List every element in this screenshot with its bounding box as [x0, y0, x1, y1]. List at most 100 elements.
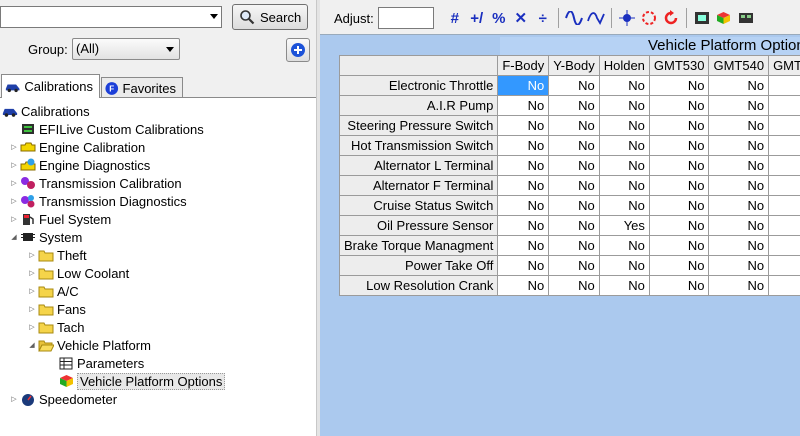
table-cell[interactable]: No — [708, 95, 770, 116]
select-all-icon[interactable] — [638, 7, 660, 29]
options-cube-icon[interactable] — [713, 7, 735, 29]
interpolate-icon[interactable] — [585, 7, 607, 29]
table-cell[interactable] — [768, 275, 800, 296]
table-cell[interactable] — [768, 155, 800, 176]
table-cell[interactable]: No — [548, 215, 600, 236]
table-cell[interactable] — [768, 215, 800, 236]
collapse-arrow-icon[interactable]: ◢ — [28, 341, 36, 349]
add-value-icon[interactable]: +/ — [466, 7, 488, 29]
expand-arrow-icon[interactable]: ▷ — [28, 251, 36, 259]
table-cell[interactable]: No — [708, 235, 770, 256]
tab-favorites[interactable]: F Favorites — [101, 77, 183, 99]
table-cell[interactable]: Yes — [598, 215, 650, 236]
expand-arrow-icon[interactable]: ▷ — [28, 269, 36, 277]
table-cell[interactable]: No — [548, 195, 600, 216]
table-cell[interactable]: No — [548, 235, 600, 256]
table-cell[interactable]: No — [598, 95, 650, 116]
tree-item-tach[interactable]: ▷ Tach — [28, 318, 84, 336]
expand-arrow-icon[interactable]: ▷ — [10, 197, 18, 205]
expand-arrow-icon[interactable]: ▷ — [28, 323, 36, 331]
table-cell[interactable] — [768, 235, 800, 256]
expand-arrow-icon[interactable]: ▷ — [10, 215, 18, 223]
table-cell[interactable]: No — [708, 115, 770, 136]
tree-item-custom-calibrations[interactable]: EFILive Custom Calibrations — [10, 120, 204, 138]
table-cell[interactable]: No — [548, 255, 600, 276]
table-cell[interactable]: No — [648, 275, 710, 296]
table-cell[interactable]: No — [648, 235, 710, 256]
expand-arrow-icon[interactable]: ▷ — [10, 179, 18, 187]
expand-arrow-icon[interactable]: ▷ — [10, 161, 18, 169]
table-cell[interactable] — [768, 95, 800, 116]
tree-item-transmission-diagnostics[interactable]: ▷ Transmission Diagnostics — [10, 192, 186, 210]
tree-item-vehicle-platform-options[interactable]: Vehicle Platform Options — [48, 372, 226, 390]
tree-item-system[interactable]: ◢ System — [10, 228, 82, 246]
table-cell[interactable] — [768, 75, 800, 96]
center-icon[interactable] — [616, 7, 638, 29]
table-cell[interactable]: No — [598, 195, 650, 216]
row-header[interactable]: Cruise Status Switch — [338, 195, 499, 216]
table-cell[interactable]: No — [598, 115, 650, 136]
table-cell[interactable]: No — [648, 155, 710, 176]
table-cell[interactable]: No — [548, 95, 600, 116]
row-header[interactable]: Alternator F Terminal — [338, 175, 499, 196]
tree-item-calibrations[interactable]: Calibrations — [2, 102, 90, 120]
divide-icon[interactable]: ÷ — [532, 7, 554, 29]
table-cell[interactable]: No — [548, 275, 600, 296]
smooth-icon[interactable] — [563, 7, 585, 29]
row-header[interactable]: Low Resolution Crank — [338, 275, 499, 296]
table-cell[interactable]: No — [598, 155, 650, 176]
table-cell[interactable]: No — [648, 95, 710, 116]
tree-item-transmission-calibration[interactable]: ▷ Transmission Calibration — [10, 174, 181, 192]
table-cell[interactable]: No — [497, 155, 550, 176]
tree-item-vehicle-platform[interactable]: ◢ Vehicle Platform — [28, 336, 151, 354]
table-cell[interactable]: No — [648, 175, 710, 196]
table-cell[interactable]: No — [648, 215, 710, 236]
expand-arrow-icon[interactable]: ▷ — [28, 287, 36, 295]
table-cell[interactable]: No — [708, 215, 770, 236]
table-cell[interactable]: No — [497, 115, 550, 136]
table-cell[interactable]: No — [598, 75, 650, 96]
table-cell[interactable]: No — [708, 75, 770, 96]
table-cell[interactable]: No — [598, 135, 650, 156]
row-header[interactable]: Power Take Off — [338, 255, 499, 276]
multiply-icon[interactable]: ✕ — [510, 7, 532, 29]
add-group-button[interactable] — [286, 38, 310, 62]
table-cell[interactable]: No — [548, 175, 600, 196]
column-header[interactable]: Y-Body — [548, 55, 600, 76]
collapse-arrow-icon[interactable]: ◢ — [10, 233, 18, 241]
table-cell[interactable]: No — [497, 75, 550, 96]
table-cell[interactable] — [768, 135, 800, 156]
table-cell[interactable] — [768, 255, 800, 276]
table-cell[interactable] — [768, 115, 800, 136]
table-cell[interactable]: No — [548, 155, 600, 176]
table-cell[interactable]: No — [648, 135, 710, 156]
table-cell[interactable]: No — [497, 235, 550, 256]
tree-item-low-coolant[interactable]: ▷ Low Coolant — [28, 264, 129, 282]
row-header[interactable]: Steering Pressure Switch — [338, 115, 499, 136]
tree-item-speedometer[interactable]: ▷ Speedometer — [10, 390, 117, 408]
tree-item-ac[interactable]: ▷ A/C — [28, 282, 78, 300]
table-cell[interactable]: No — [497, 95, 550, 116]
chevron-down-icon[interactable] — [210, 14, 218, 19]
table-cell[interactable]: No — [497, 175, 550, 196]
column-header[interactable]: GMT540 — [708, 55, 770, 76]
table-cell[interactable]: No — [648, 255, 710, 276]
table-cell[interactable]: No — [648, 75, 710, 96]
set-value-icon[interactable]: # — [444, 7, 466, 29]
tree-item-parameters[interactable]: Parameters — [48, 354, 144, 372]
search-combo[interactable] — [0, 6, 222, 28]
table-cell[interactable] — [768, 195, 800, 216]
table-cell[interactable]: No — [708, 195, 770, 216]
refresh-icon[interactable] — [660, 7, 682, 29]
adjust-input[interactable] — [377, 7, 434, 29]
film-strip-icon[interactable] — [691, 7, 713, 29]
row-header[interactable]: Alternator L Terminal — [338, 155, 499, 176]
row-header[interactable]: A.I.R Pump — [338, 95, 499, 116]
tree-item-engine-diagnostics[interactable]: ▷ Engine Diagnostics — [10, 156, 150, 174]
expand-arrow-icon[interactable]: ▷ — [10, 395, 18, 403]
group-select[interactable]: (All) — [72, 38, 180, 60]
table-cell[interactable]: No — [708, 155, 770, 176]
column-header[interactable]: F-Body — [497, 55, 550, 76]
table-cell[interactable]: No — [708, 135, 770, 156]
board-icon[interactable] — [735, 7, 757, 29]
